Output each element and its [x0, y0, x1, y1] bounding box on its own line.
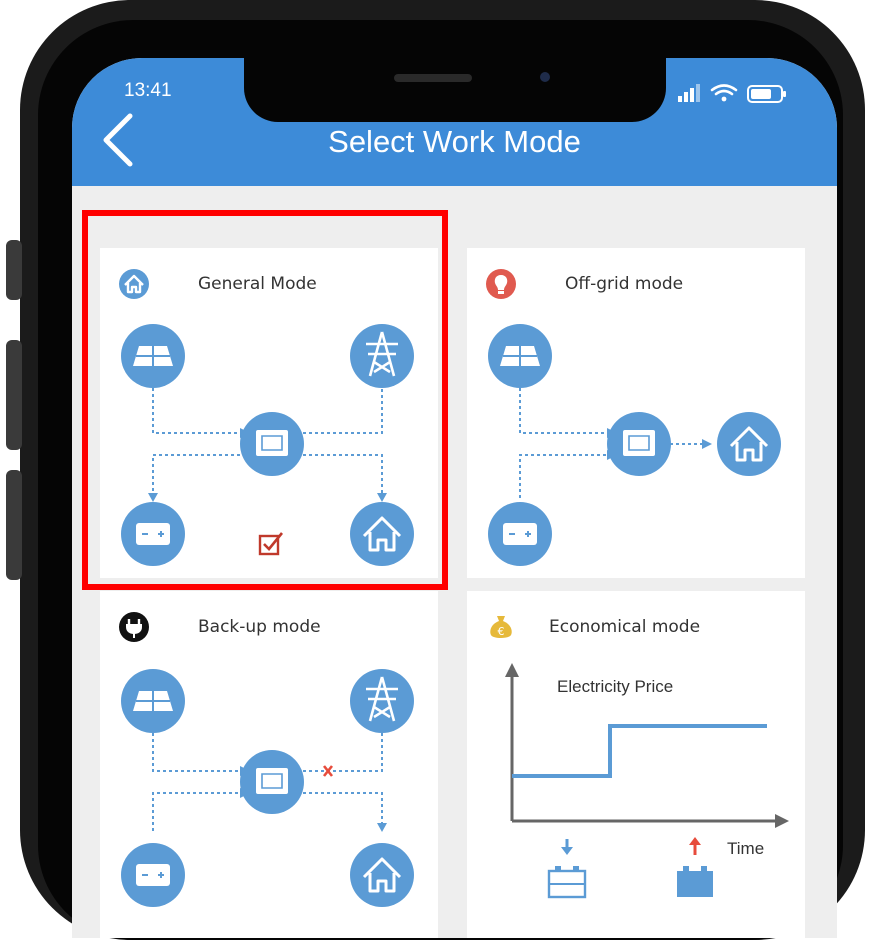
- mode-card-economical[interactable]: € Economical mode Electricity Price Time: [467, 591, 805, 938]
- chart-x-label: Time: [727, 839, 765, 858]
- house-load-icon: [717, 412, 781, 476]
- discharge-battery-icon: [677, 837, 713, 897]
- battery-icon: [747, 85, 786, 103]
- offgrid-mode-diagram: [488, 324, 781, 566]
- backup-mode-diagram: [121, 669, 414, 907]
- price-time-chart: [505, 663, 789, 899]
- volume-up-button: [6, 340, 22, 450]
- x-axis: [512, 814, 789, 828]
- page-title: Select Work Mode: [328, 124, 581, 159]
- app-header: 13:41 Select Work Mode: [72, 58, 837, 186]
- status-icons: [668, 82, 798, 106]
- battery-storage-icon: [488, 502, 552, 566]
- y-axis: [505, 663, 519, 821]
- inverter-icon: [607, 412, 671, 476]
- volume-down-button: [6, 470, 22, 580]
- charge-battery-icon: [547, 839, 587, 899]
- wifi-icon: [710, 84, 738, 102]
- selection-highlight: [82, 210, 448, 590]
- signal-icon: [678, 84, 700, 102]
- battery-storage-icon: [121, 843, 185, 907]
- mode-card-offgrid[interactable]: Off-grid mode: [467, 248, 805, 578]
- notch-speaker: [394, 74, 472, 82]
- solar-panel-icon: [121, 669, 185, 733]
- front-camera: [540, 72, 550, 82]
- notch: [244, 58, 666, 122]
- blocked-x-icon: [322, 765, 334, 777]
- mute-switch: [6, 240, 22, 300]
- mode-card-backup[interactable]: Back-up mode: [100, 591, 438, 938]
- inverter-icon: [240, 750, 304, 814]
- house-load-icon: [350, 843, 414, 907]
- status-time: 13:41: [124, 80, 172, 101]
- solar-panel-icon: [488, 324, 552, 388]
- price-step-line: [512, 724, 767, 778]
- grid-tower-icon: [350, 669, 414, 733]
